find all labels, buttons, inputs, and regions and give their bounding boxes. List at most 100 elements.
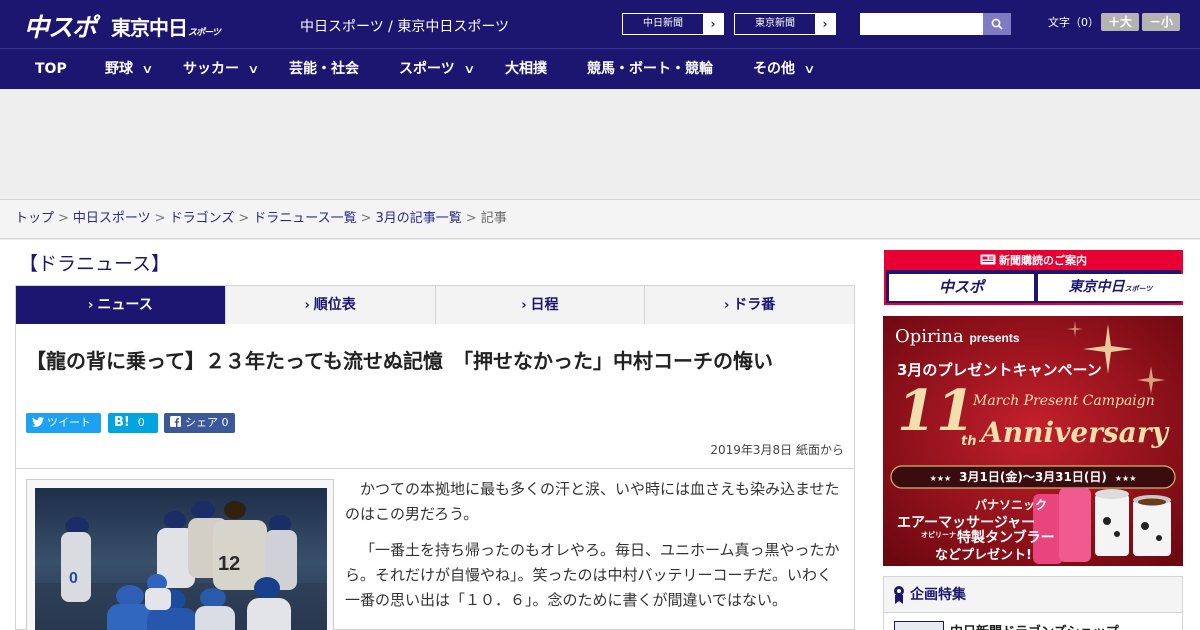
chevron-right-icon: › — [88, 298, 94, 313]
feature-title-text: 企画特集 — [910, 587, 966, 603]
tokyo-shimbun-label: 東京新聞 — [755, 18, 795, 29]
nav-item-sumo[interactable]: 大相撲 — [505, 49, 547, 89]
article: 【龍の背に乗って】２３年たっても流せぬ記憶 「押せなかった」中村コーチの悔い ツ… — [15, 324, 855, 630]
logo-tokyo-chunichi[interactable]: 東京中日スポーツ — [111, 12, 221, 41]
tokyo-shimbun-link[interactable]: 東京新聞 › — [734, 13, 836, 35]
promo-stars: ★★★ — [1114, 474, 1137, 483]
chunichi-shimbun-label: 中日新聞 — [643, 18, 683, 29]
logo-chuspo[interactable]: 中スポ — [24, 8, 97, 44]
divider — [16, 468, 854, 469]
jersey-number-12: 12 — [218, 553, 240, 575]
promo-anniversary: Anniversary — [981, 416, 1168, 449]
feature-title: 企画特集 — [884, 577, 1182, 613]
search-input[interactable] — [860, 13, 983, 35]
chevron-right-icon: › — [703, 14, 723, 34]
nav-label: 大相撲 — [505, 61, 547, 77]
breadcrumb-link[interactable]: 3月の記事一覧 — [376, 211, 462, 226]
nav-item-top[interactable]: TOP — [35, 49, 67, 89]
facebook-share-button[interactable]: シェア 0 — [164, 413, 235, 433]
chevron-down-icon: ∨ — [141, 62, 154, 76]
article-photo[interactable]: 0 12 — [35, 488, 327, 630]
hatena-bookmark-button[interactable]: B! 0 — [108, 413, 158, 433]
subscription-title-text: 新聞購読のご案内 — [999, 254, 1087, 267]
tab-label: ドラ番 — [733, 297, 776, 313]
search-button[interactable] — [983, 13, 1011, 35]
promo-brand: Opirina presents — [895, 326, 1020, 347]
baseball-team-photo: 0 12 — [35, 488, 327, 630]
tab-label: ニュース — [97, 297, 153, 313]
subscribe-tokyo-chunichi-small: スポーツ — [1124, 285, 1153, 293]
nav-item-baseball[interactable]: 野球 ∨ — [105, 49, 154, 89]
article-paragraph: かつての本拠地に最も多くの汗と涙、いや時には血さえも染み込ませたのはこの男だろう… — [345, 480, 840, 523]
font-size-decrease-button[interactable]: －小 — [1142, 13, 1180, 31]
nav-label: その他 — [753, 61, 795, 77]
tab-news[interactable]: › ニュース — [16, 286, 226, 331]
promo-stars: ★★★ — [929, 474, 952, 483]
subscribe-chuspo-button[interactable]: 中スポ — [889, 274, 1034, 301]
tweet-button[interactable]: ツイート — [26, 413, 101, 433]
promo-suffix: th — [961, 434, 977, 449]
chunichi-shimbun-link[interactable]: 中日新聞 › — [622, 13, 724, 35]
hatena-count: 0 — [137, 416, 145, 429]
tab-dora-ban[interactable]: › ドラ番 — [645, 286, 854, 324]
facebook-icon — [170, 416, 181, 427]
promo-banner[interactable]: Opirina presents 3月のプレゼントキャンペーン 11 th Ma… — [883, 316, 1183, 566]
facebook-share-label: シェア — [185, 416, 218, 429]
nav-label: スポーツ — [399, 61, 455, 77]
promo-period: ★★★ 3月1日(金)〜3月31日(日) ★★★ — [891, 466, 1175, 488]
breadcrumb-separator: > — [154, 211, 166, 226]
breadcrumb-separator: > — [360, 211, 372, 226]
font-size-increase-button[interactable]: ＋大 — [1101, 13, 1139, 31]
section-title: 【ドラニュース】 — [19, 253, 171, 275]
chevron-down-icon: ∨ — [803, 62, 816, 76]
nav-label: 芸能・社会 — [289, 61, 359, 77]
hatena-icon: B! — [114, 415, 130, 430]
article-body: かつての本拠地に最も多くの汗と涙、いや時には血さえも染み込ませたのはこの男だろう… — [345, 477, 843, 624]
tab-standings[interactable]: › 順位表 — [226, 286, 436, 324]
breadcrumb-separator: > — [465, 211, 477, 226]
nav-label: サッカー — [183, 61, 239, 77]
nav-label: 競馬・ボート・競輪 — [587, 61, 713, 77]
chevron-right-icon: › — [304, 298, 310, 313]
chevron-right-icon: › — [521, 298, 527, 313]
breadcrumb-link[interactable]: ドラゴンズ — [170, 211, 235, 226]
site-title: 中日スポーツ / 東京中日スポーツ — [300, 19, 510, 35]
feature-item-link[interactable]: 中日新聞ドラゴンズショップ — [950, 621, 1119, 630]
logo-tokyo-chunichi-small: スポーツ — [188, 28, 221, 38]
promo-campaign: March Present Campaign — [973, 393, 1155, 409]
main-nav: TOP 野球 ∨ サッカー ∨ 芸能・社会 スポーツ ∨ 大相撲 競馬・ボート・競輪 … — [0, 48, 1200, 89]
breadcrumb: トップ > 中日スポーツ > ドラゴンズ > ドラニュース一覧 >3月の記事一覧 > 記事 — [0, 200, 1200, 239]
badge-icon — [894, 586, 904, 604]
promo-presents: presents — [969, 331, 1020, 345]
article-date: 2019年3月8日 紙面から — [710, 443, 844, 457]
nav-item-soccer[interactable]: サッカー ∨ — [183, 49, 260, 89]
nav-item-other[interactable]: その他 ∨ — [753, 49, 816, 89]
promo-prize-1: パナソニック — [975, 498, 1048, 512]
shop-logo-icon — [894, 621, 944, 630]
subscription-box: 新聞購読のご案内 中スポ 東京中日スポーツ — [884, 250, 1183, 305]
header-bar: 中スポ 東京中日スポーツ 中日スポーツ / 東京中日スポーツ 中日新聞 › 東京… — [0, 0, 1200, 48]
facebook-share-count: 0 — [221, 416, 229, 429]
tab-schedule[interactable]: › 日程 — [436, 286, 646, 324]
twitter-icon — [32, 417, 44, 427]
logo-tokyo-chunichi-text: 東京中日 — [111, 16, 188, 40]
nav-item-racing[interactable]: 競馬・ボート・競輪 — [587, 49, 713, 89]
promo-brand-name: Opirina — [895, 326, 964, 347]
nav-item-sports[interactable]: スポーツ ∨ — [399, 49, 475, 89]
tab-label: 日程 — [530, 297, 559, 313]
article-headline: 【龍の背に乗って】２３年たっても流せぬ記憶 「押せなかった」中村コーチの悔い — [26, 349, 773, 373]
article-paragraph: 「一番土を持ち帰ったのもオレやろ。毎日、ユニホーム真っ黒やったから。それだけが自… — [345, 541, 840, 609]
chevron-right-icon: › — [723, 298, 730, 313]
nav-item-entertainment[interactable]: 芸能・社会 — [289, 49, 359, 89]
subscribe-tokyo-chunichi-button[interactable]: 東京中日スポーツ — [1038, 274, 1183, 301]
tweet-label: ツイート — [47, 416, 91, 429]
breadcrumb-link[interactable]: ドラニュース一覧 — [253, 211, 356, 226]
promo-prize-5: などプレゼント! — [935, 548, 1032, 563]
category-tabs: › ニュース › 順位表 › 日程 › ドラ番 — [15, 285, 855, 331]
breadcrumb-link[interactable]: トップ — [15, 211, 54, 226]
jersey-number-1: 0 — [69, 570, 78, 587]
promo-title: 3月のプレゼントキャンペーン — [897, 361, 1102, 379]
search-icon — [991, 18, 1003, 30]
breadcrumb-link[interactable]: 中日スポーツ — [73, 211, 151, 226]
subscribe-tokyo-chunichi-label: 東京中日 — [1068, 279, 1125, 295]
